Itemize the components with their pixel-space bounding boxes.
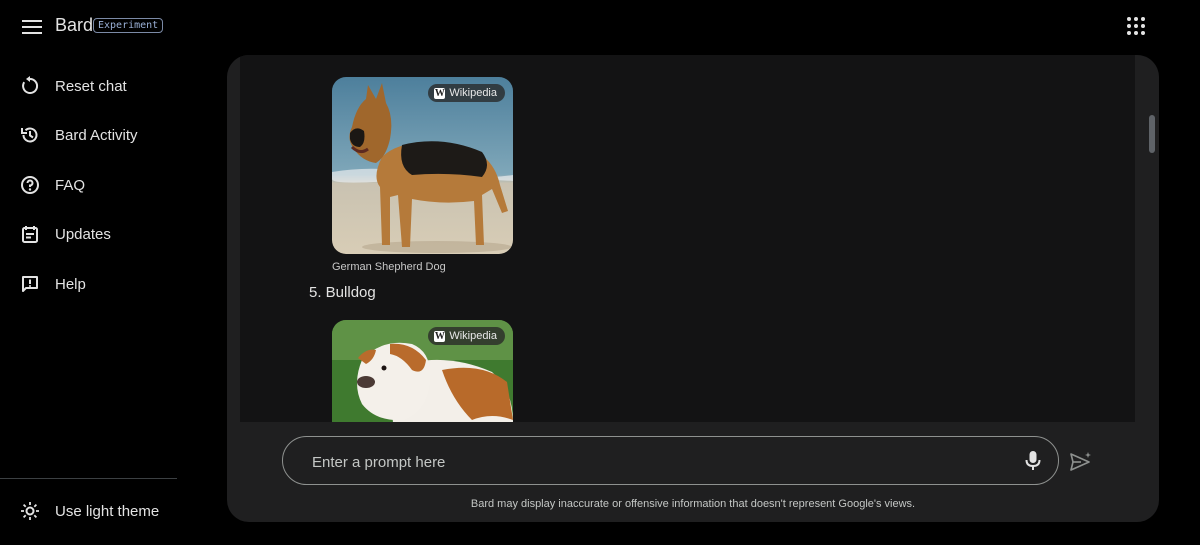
experiment-badge: Experiment [93, 18, 164, 33]
image-caption: German Shepherd Dog [332, 261, 446, 273]
theme-toggle[interactable]: Use light theme [18, 496, 218, 526]
sun-icon [18, 499, 42, 523]
theme-toggle-label: Use light theme [55, 502, 160, 520]
wikipedia-source-chip[interactable]: W Wikipedia [428, 327, 505, 345]
apps-grid-icon[interactable] [1127, 17, 1145, 35]
history-icon [18, 123, 42, 147]
prompt-box [282, 436, 1059, 485]
sidebar-item-label: Updates [55, 225, 111, 243]
calendar-icon [18, 222, 42, 246]
feedback-icon [18, 272, 42, 296]
chat-panel: W Wikipedia German Shepherd Dog 5. Bulld… [227, 55, 1159, 522]
sidebar-item-label: Bard Activity [55, 126, 138, 144]
wikipedia-icon: W [434, 87, 446, 99]
help-circle-icon [18, 173, 42, 197]
sidebar-item-updates[interactable]: Updates [18, 219, 218, 249]
source-label: Wikipedia [449, 87, 497, 99]
dog-image-bulldog[interactable]: W Wikipedia [332, 320, 513, 422]
send-icon[interactable] [1069, 451, 1093, 471]
sidebar-divider [0, 478, 177, 479]
source-label: Wikipedia [449, 330, 497, 342]
sidebar-item-label: FAQ [55, 176, 86, 194]
wikipedia-source-chip[interactable]: W Wikipedia [428, 84, 505, 102]
sidebar-item-faq[interactable]: FAQ [18, 170, 218, 200]
sidebar-item-reset-chat[interactable]: Reset chat [18, 71, 218, 101]
main-menu-button[interactable] [20, 16, 44, 36]
chat-scrollbar[interactable] [1149, 115, 1155, 153]
microphone-icon[interactable] [1023, 450, 1043, 472]
conversation-area: W Wikipedia German Shepherd Dog 5. Bulld… [240, 55, 1135, 422]
wikipedia-icon: W [434, 330, 446, 342]
app-name: Bard [55, 15, 94, 35]
sidebar-item-label: Reset chat [55, 77, 127, 95]
sidebar-item-help[interactable]: Help [18, 269, 218, 299]
dog-image-german-shepherd[interactable]: W Wikipedia [332, 77, 513, 254]
partial-text [340, 55, 344, 62]
prompt-input[interactable] [310, 449, 994, 475]
list-item: 5. Bulldog [309, 284, 376, 301]
sidebar-item-bard-activity[interactable]: Bard Activity [18, 120, 218, 150]
disclaimer-text: Bard may display inaccurate or offensive… [470, 498, 916, 510]
reset-icon [18, 74, 42, 98]
sidebar-item-label: Help [55, 275, 86, 293]
